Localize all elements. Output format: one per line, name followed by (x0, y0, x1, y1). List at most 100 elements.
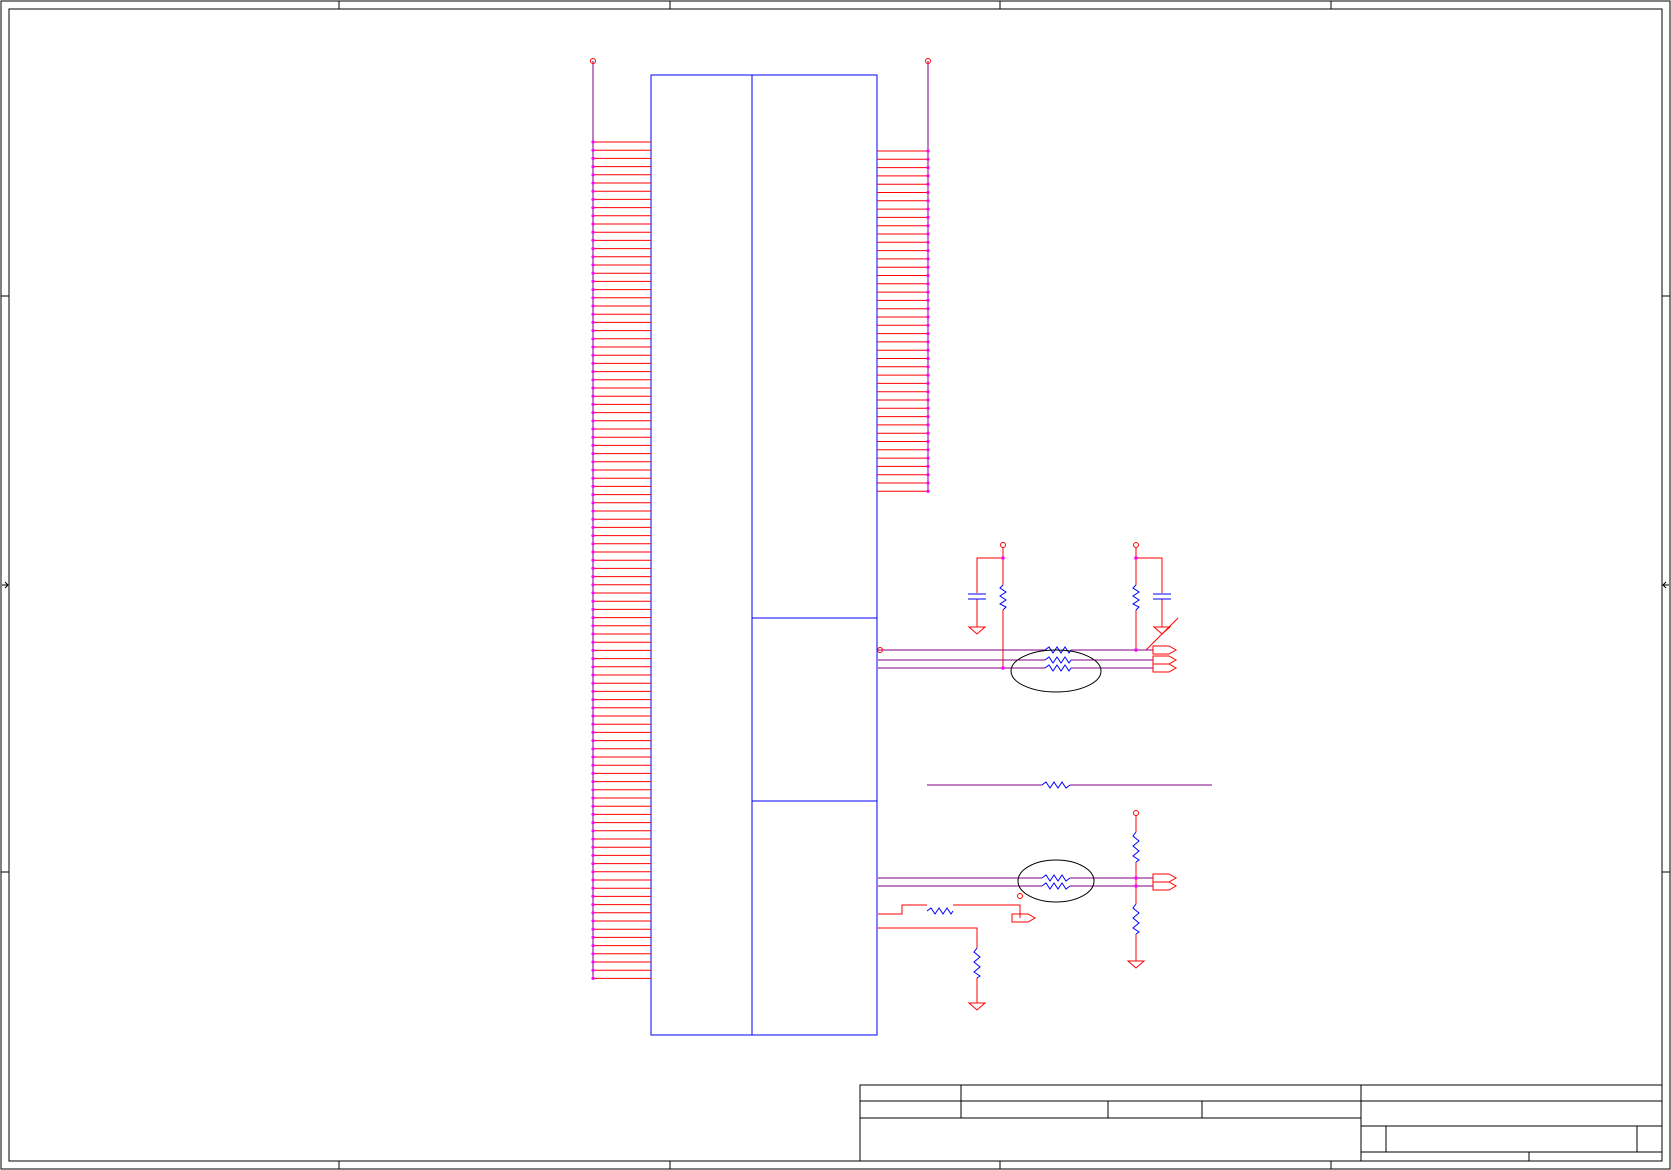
junction-dot (591, 222, 595, 226)
junction-dot (591, 681, 595, 685)
junction-dot (591, 312, 595, 316)
junction-dot (926, 307, 930, 311)
junction-dot (591, 353, 595, 357)
junction-dot (591, 484, 595, 488)
junction-dot (926, 315, 930, 319)
ground-icon (967, 998, 987, 1011)
junction-dot (926, 265, 930, 269)
junction-dot (591, 780, 595, 784)
off-page-connector-icon (1152, 873, 1178, 883)
junction-dot (926, 381, 930, 385)
junction-dot (591, 140, 595, 144)
junction-dot (926, 298, 930, 302)
off-page-connector-icon (1152, 663, 1178, 673)
junction-dot (591, 616, 595, 620)
junction-dot (591, 468, 595, 472)
junction-dot (926, 473, 930, 477)
junction-dot (926, 390, 930, 394)
junction-dot (591, 165, 595, 169)
junction-dot (591, 575, 595, 579)
junction-dot (591, 862, 595, 866)
junction-dot (591, 870, 595, 874)
connector-outline (650, 74, 878, 1036)
center-arrow-left (2, 581, 9, 589)
junction-dot (591, 853, 595, 858)
junction-dot (591, 566, 595, 571)
junction-dot (926, 207, 930, 211)
ground-icon (967, 622, 987, 635)
junction-dot (591, 476, 595, 480)
junction-dot (591, 411, 595, 415)
junction-dot (591, 550, 595, 554)
junction-dot (926, 415, 930, 419)
outer-border (0, 0, 1671, 1170)
junction-dot (926, 456, 930, 460)
junction-dot (591, 763, 595, 767)
junction-dot (591, 419, 595, 423)
junction-dot (591, 263, 595, 267)
junction-dot (926, 489, 930, 493)
junction-dot (591, 386, 595, 390)
junction-dot (591, 689, 595, 694)
junction-dot (926, 199, 930, 203)
junction-dot (926, 348, 930, 352)
junction-dot (591, 837, 595, 841)
junction-dot (591, 370, 595, 374)
junction-dot (591, 181, 595, 185)
junction-dot (591, 345, 595, 349)
resistor-icon (973, 947, 981, 979)
junction-dot (591, 739, 595, 743)
left-pin-stubs (591, 61, 651, 981)
junction-dot (591, 878, 595, 882)
junction-dot (591, 271, 595, 275)
zone-ticks (1, 1, 1670, 1169)
junction-dot (591, 698, 595, 702)
junction-dot (926, 215, 930, 219)
junction-dot (591, 935, 595, 940)
junction-dot (591, 230, 595, 234)
junction-dot (926, 232, 930, 236)
junction-dot (926, 149, 930, 153)
junction-dot (926, 406, 930, 410)
junction-dot (591, 640, 595, 644)
sheet-frame (0, 0, 1671, 1170)
shield-group-outline (1017, 859, 1095, 903)
junction-dot (591, 583, 595, 587)
junction-dot (926, 481, 930, 485)
capacitor-icon (968, 593, 986, 600)
junction-dot (926, 282, 930, 286)
connector-symbol (650, 74, 878, 1036)
junction-dot (926, 448, 930, 452)
junction-dot (591, 673, 595, 677)
junction-dot (926, 423, 930, 427)
shield-group-outline (1010, 649, 1102, 693)
title-block (859, 1084, 1663, 1162)
off-page-connector-icon (1152, 881, 1178, 891)
junction-dot (591, 378, 595, 382)
junction-dot (591, 894, 595, 899)
power-port-icon (1017, 893, 1023, 899)
resistor-icon (1132, 584, 1140, 611)
inner-border (8, 8, 1663, 1162)
junction-dot (591, 886, 595, 890)
junction-dot (591, 288, 595, 292)
capacitor-icon (1153, 593, 1171, 600)
junction-dot (591, 911, 595, 915)
junction-dot (591, 279, 595, 283)
junction-dot (591, 361, 595, 365)
junction-dot (926, 290, 930, 294)
junction-dot (591, 812, 595, 817)
junction-dot (591, 632, 595, 636)
resistor-icon (926, 907, 954, 915)
junction-dot (591, 714, 595, 718)
junction-dot (926, 464, 930, 468)
junction-dot (926, 332, 930, 336)
junction-dot (591, 968, 595, 972)
junction-dot (591, 427, 595, 431)
junction-dot (591, 493, 595, 497)
junction-dot (591, 214, 595, 218)
junction-dot (926, 373, 930, 377)
junction-dot (591, 255, 595, 259)
junction-dot (591, 829, 595, 833)
schematic-diagram (0, 0, 1671, 1170)
